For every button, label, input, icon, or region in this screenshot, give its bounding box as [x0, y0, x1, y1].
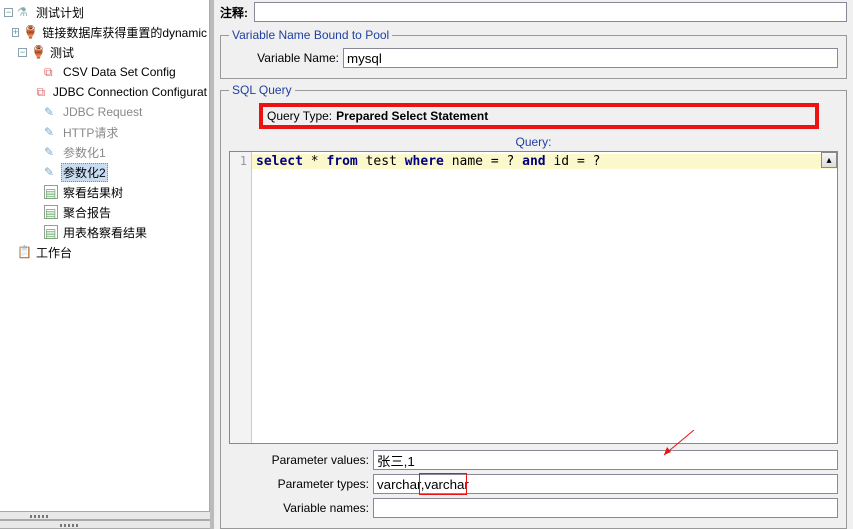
request-icon: ✎: [44, 125, 58, 139]
variable-names-input[interactable]: [373, 498, 838, 518]
param-rows: Parameter values: Parameter types: Varia…: [229, 450, 838, 522]
variable-name-input[interactable]: [343, 48, 838, 68]
param-types-label: Parameter types:: [229, 477, 369, 491]
kw: select: [256, 154, 303, 169]
tree-label: 参数化1: [61, 144, 108, 161]
pool-section: Variable Name Bound to Pool Variable Nam…: [220, 28, 847, 79]
param-values-label: Parameter values:: [229, 453, 369, 467]
main-panel: 注释: Variable Name Bound to Pool Variable…: [210, 0, 853, 529]
param-values-input[interactable]: [373, 450, 838, 470]
tree-panel: − ⚗ 测试计划 + 🏺 链接数据库获得重置的dynamic − 🏺 测试 ⧉ …: [0, 0, 210, 529]
query-editor[interactable]: 1 select * from test where name = ? and …: [229, 151, 838, 444]
tree-test-group[interactable]: − 🏺 测试: [0, 42, 209, 62]
result-tree-icon: ▤: [44, 185, 58, 199]
kw: and: [522, 154, 545, 169]
tree-label: CSV Data Set Config: [61, 65, 178, 79]
tree-label: 参数化2: [61, 163, 108, 182]
query-type-value: Prepared Select Statement: [336, 109, 811, 123]
query-type-label: Query Type:: [267, 109, 332, 123]
workbench-icon: 📋: [17, 245, 31, 259]
expand-toggle-icon[interactable]: −: [18, 48, 27, 57]
tree-view-results-tree[interactable]: ▤ 察看结果树: [0, 182, 209, 202]
jdbc-icon: ⧉: [37, 85, 48, 99]
csv-icon: ⧉: [44, 65, 58, 79]
query-header: Query:: [229, 135, 838, 151]
pool-legend: Variable Name Bound to Pool: [229, 28, 392, 42]
pencil-icon: ✎: [44, 145, 58, 159]
tree-workbench[interactable]: 📋 工作台: [0, 242, 209, 262]
tree-label: JDBC Connection Configurat: [51, 85, 209, 99]
tok: name = ?: [444, 154, 522, 169]
sql-legend: SQL Query: [229, 83, 295, 97]
tree-label: 测试: [48, 44, 76, 61]
tree-param1[interactable]: ✎ 参数化1: [0, 142, 209, 162]
query-area: Query: 1 select * from test where name =…: [229, 135, 838, 444]
kw: from: [326, 154, 357, 169]
tok: test: [358, 154, 405, 169]
tree-db-config[interactable]: + 🏺 链接数据库获得重置的dynamic: [0, 22, 209, 42]
jar-icon: 🏺: [23, 25, 37, 39]
tree-splitter[interactable]: [0, 511, 210, 520]
comments-label: 注释:: [220, 4, 248, 21]
expand-toggle-icon[interactable]: +: [12, 28, 19, 37]
comments-input[interactable]: [254, 2, 847, 22]
sql-query-section: SQL Query Query Type: Prepared Select St…: [220, 83, 847, 529]
tree-param2[interactable]: ✎ 参数化2: [0, 162, 209, 182]
pencil-icon: ✎: [44, 165, 58, 179]
flask-icon: ⚗: [17, 5, 31, 19]
tree-http-request[interactable]: ✎ HTTP请求: [0, 122, 209, 142]
tok: id = ?: [546, 154, 601, 169]
query-line[interactable]: select * from test where name = ? and id…: [252, 154, 837, 169]
spacer: [4, 248, 13, 257]
tree-jdbc-request[interactable]: ✎ JDBC Request: [0, 102, 209, 122]
tree-label: HTTP请求: [61, 124, 120, 141]
tree-table-results[interactable]: ▤ 用表格察看结果: [0, 222, 209, 242]
expand-toggle-icon[interactable]: −: [4, 8, 13, 17]
tree-label: 测试计划: [34, 4, 86, 21]
tree-label: 察看结果树: [61, 184, 125, 201]
tree-splitter[interactable]: [0, 520, 210, 529]
tree-csv-config[interactable]: ⧉ CSV Data Set Config: [0, 62, 209, 82]
comments-row: 注释:: [214, 0, 853, 24]
tree-label: 链接数据库获得重置的dynamic: [40, 24, 209, 41]
kw: where: [405, 154, 444, 169]
tree-aggregate-report[interactable]: ▤ 聚合报告: [0, 202, 209, 222]
jar-icon: 🏺: [31, 45, 45, 59]
tok: *: [303, 154, 326, 169]
line-number: 1: [230, 154, 247, 168]
tree-test-plan[interactable]: − ⚗ 测试计划: [0, 2, 209, 22]
report-icon: ▤: [44, 205, 58, 219]
request-icon: ✎: [44, 105, 58, 119]
query-code[interactable]: select * from test where name = ? and id…: [252, 152, 837, 443]
variable-name-label: Variable Name:: [229, 51, 339, 65]
variable-names-label: Variable names:: [229, 501, 369, 515]
scroll-up-button[interactable]: ▴: [821, 152, 837, 168]
tree-label: 工作台: [34, 244, 74, 261]
gutter: 1: [230, 152, 252, 443]
query-type-highlight: Query Type: Prepared Select Statement: [259, 103, 819, 129]
tree-label: 用表格察看结果: [61, 224, 149, 241]
table-icon: ▤: [44, 225, 58, 239]
tree-jdbc-config[interactable]: ⧉ JDBC Connection Configurat: [0, 82, 209, 102]
tree-label: JDBC Request: [61, 105, 144, 119]
tree-label: 聚合报告: [61, 204, 113, 221]
param-types-input[interactable]: [373, 474, 838, 494]
